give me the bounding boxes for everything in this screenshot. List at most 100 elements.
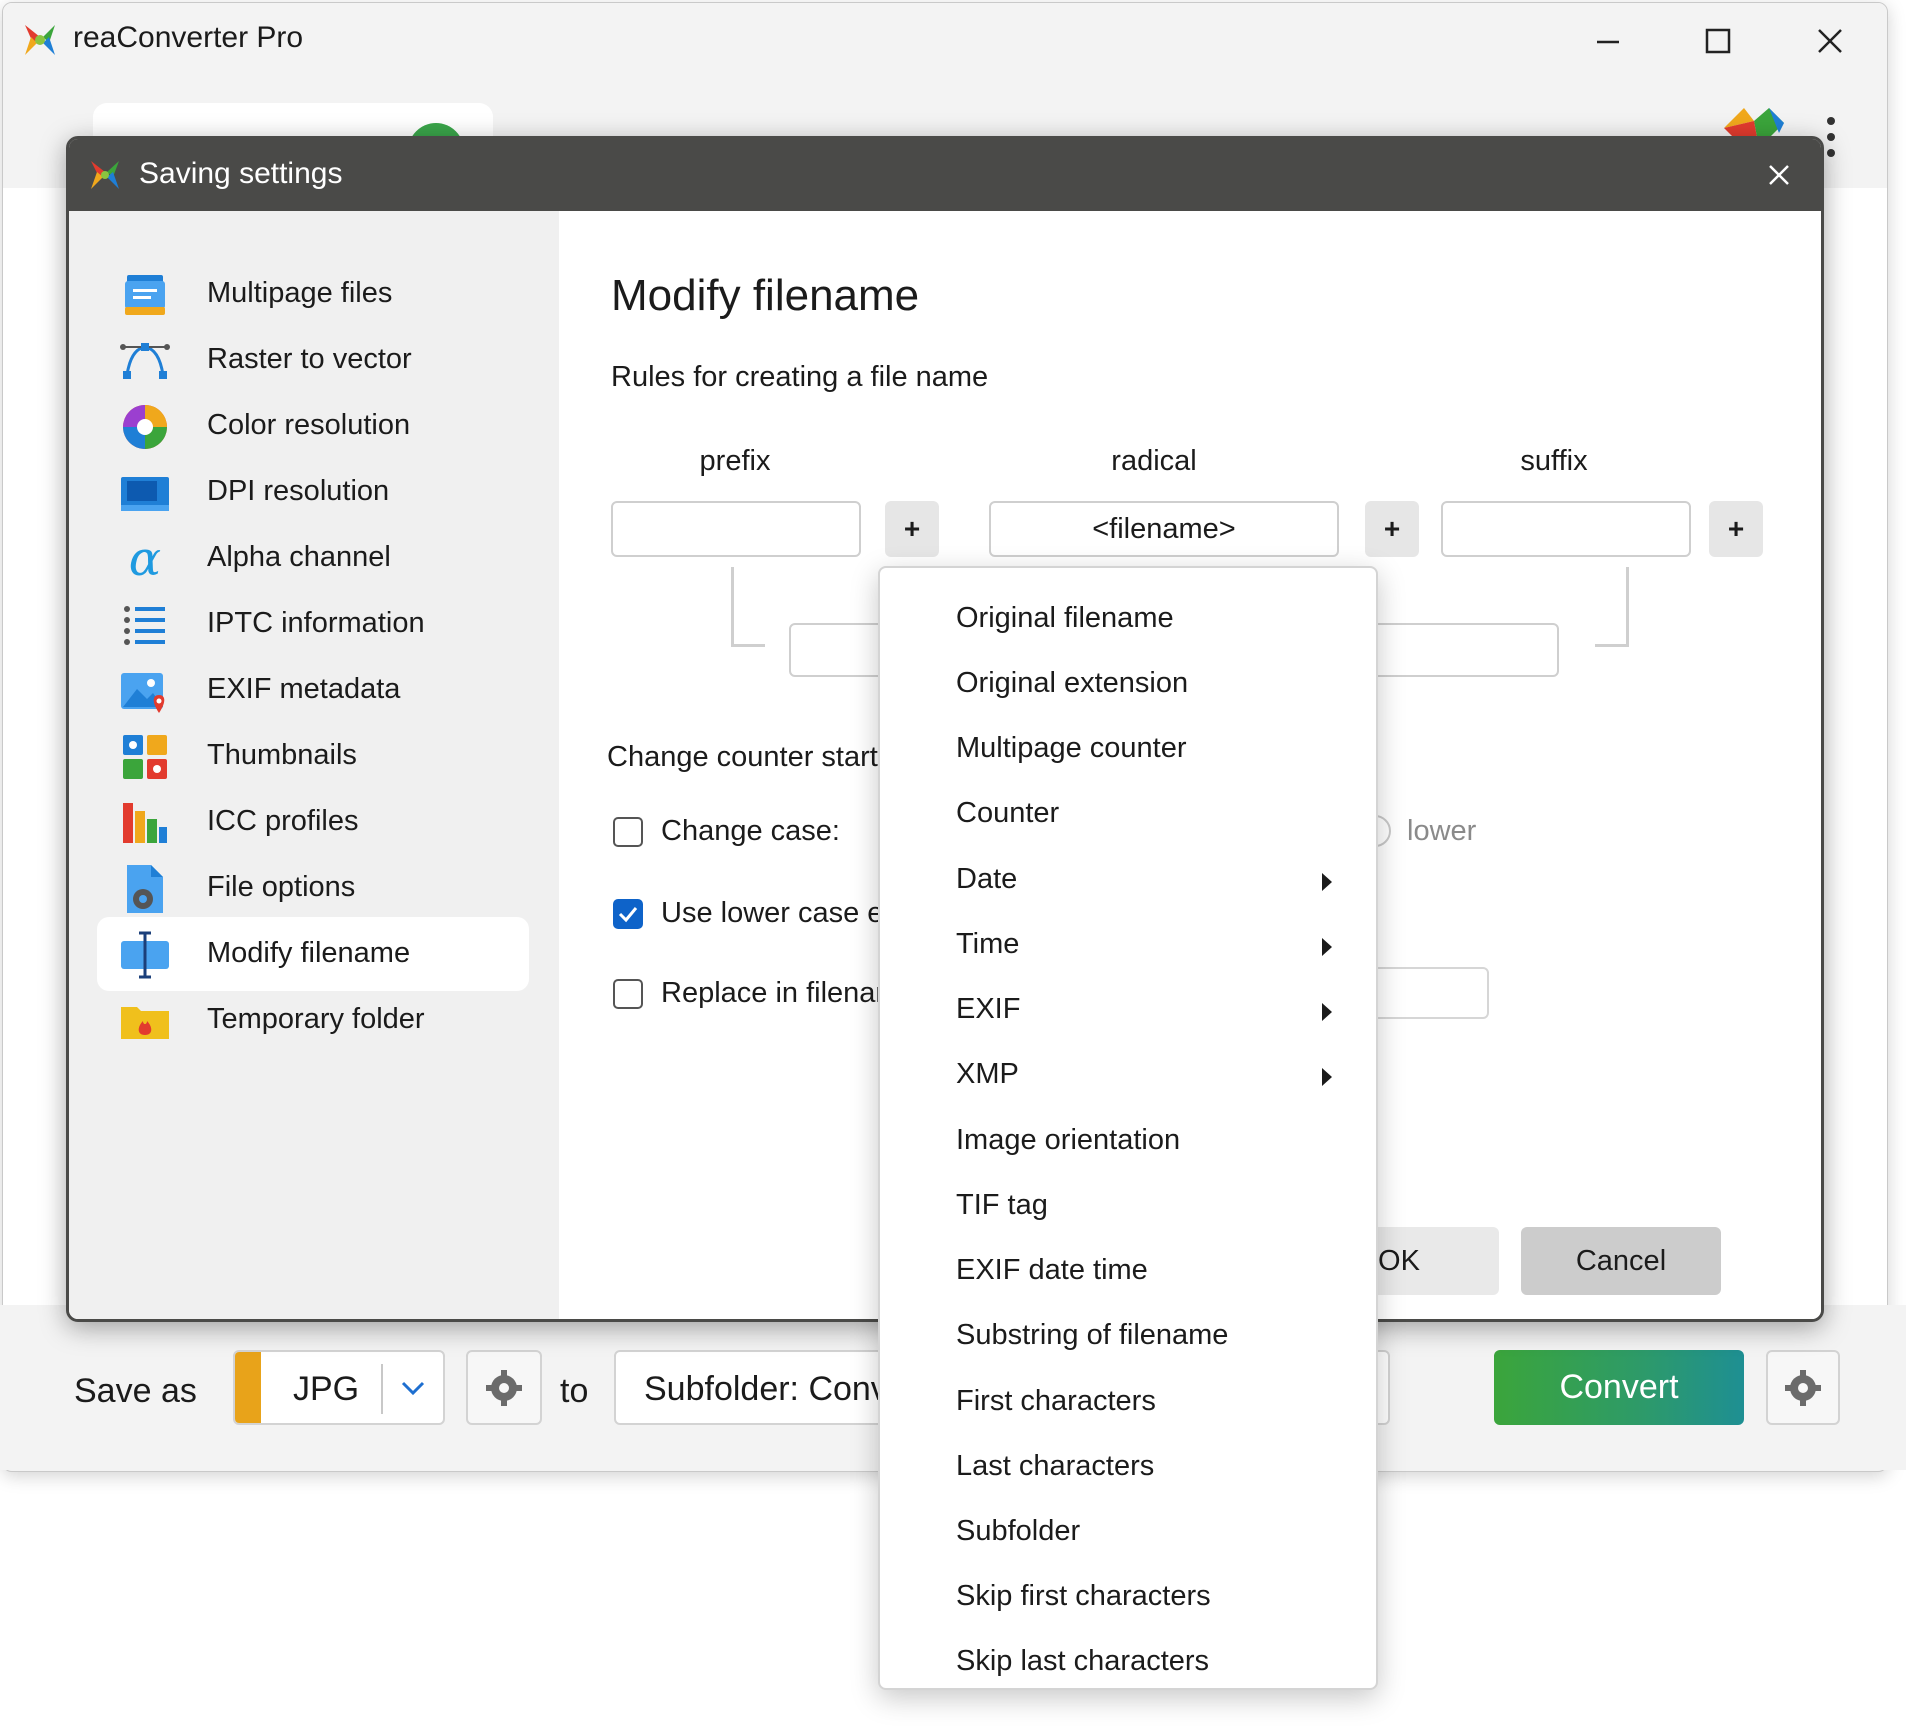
close-icon bbox=[1818, 29, 1842, 53]
icc-icon bbox=[123, 803, 167, 843]
sidebar-item-alpha-channel[interactable]: α Alpha channel bbox=[97, 521, 529, 595]
sidebar-item-label: Alpha channel bbox=[207, 541, 391, 573]
gear-icon bbox=[1785, 1369, 1821, 1406]
sidebar-item-color-resolution[interactable]: Color resolution bbox=[97, 389, 529, 463]
menu-item-subfolder[interactable]: Subfolder bbox=[880, 1501, 1376, 1566]
file-gear-icon bbox=[127, 865, 163, 913]
sidebar-item-exif-metadata[interactable]: EXIF metadata bbox=[97, 653, 529, 727]
checkmark-icon bbox=[618, 907, 638, 923]
color-wheel-icon bbox=[123, 405, 167, 449]
destination-value: Subfolder: Conv bbox=[644, 1370, 888, 1408]
minimize-button[interactable] bbox=[1563, 11, 1653, 71]
dpi-icon bbox=[121, 477, 169, 511]
menu-item-xmp[interactable]: XMP bbox=[880, 1044, 1376, 1109]
sidebar-item-raster-to-vector[interactable]: Raster to vector bbox=[97, 323, 529, 397]
insert-tag-menu: Original filename Original extension Mul… bbox=[878, 566, 1378, 1690]
replace-checkbox[interactable] bbox=[613, 979, 643, 1009]
change-case-checkbox[interactable] bbox=[613, 817, 643, 847]
sidebar-item-label: ICC profiles bbox=[207, 805, 359, 837]
menu-item-last-characters[interactable]: Last characters bbox=[880, 1436, 1376, 1501]
alpha-icon: α bbox=[129, 533, 161, 585]
sidebar-item-label: Raster to vector bbox=[207, 343, 412, 375]
more-options-icon[interactable] bbox=[1821, 113, 1841, 161]
format-dropdown[interactable]: JPG bbox=[233, 1350, 445, 1425]
sidebar-item-dpi-resolution[interactable]: DPI resolution bbox=[97, 455, 529, 529]
cancel-button[interactable]: Cancel bbox=[1521, 1227, 1721, 1295]
suffix-bracket bbox=[1595, 567, 1629, 647]
app-title: reaConverter Pro bbox=[73, 21, 304, 54]
menu-item-tif-tag[interactable]: TIF tag bbox=[880, 1175, 1376, 1240]
multipage-icon bbox=[125, 275, 165, 315]
radical-input[interactable]: <filename> bbox=[989, 501, 1339, 557]
title-bar: reaConverter Pro bbox=[3, 3, 1887, 83]
menu-item-substring-of-filename[interactable]: Substring of filename bbox=[880, 1305, 1376, 1370]
save-as-label: Save as bbox=[74, 1372, 197, 1410]
sidebar-item-file-options[interactable]: File options bbox=[97, 851, 529, 925]
photo-pin-icon bbox=[121, 673, 165, 713]
sidebar-item-iptc-information[interactable]: IPTC information bbox=[97, 587, 529, 661]
menu-item-original-extension[interactable]: Original extension bbox=[880, 653, 1376, 718]
use-lower-case-label: Use lower case e bbox=[661, 897, 884, 929]
menu-item-first-characters[interactable]: First characters bbox=[880, 1371, 1376, 1436]
sidebar-item-label: Modify filename bbox=[207, 937, 411, 969]
format-divider bbox=[381, 1364, 383, 1414]
suffix-input[interactable] bbox=[1441, 501, 1691, 557]
sidebar-item-thumbnails[interactable]: Thumbnails bbox=[97, 719, 529, 793]
maximize-icon bbox=[1705, 28, 1731, 54]
submenu-arrow-icon bbox=[1322, 1003, 1332, 1021]
minimize-icon bbox=[1597, 40, 1619, 44]
gear-icon bbox=[486, 1369, 522, 1406]
prefix-bracket bbox=[731, 567, 765, 647]
radical-add-button[interactable]: + bbox=[1365, 501, 1419, 557]
menu-item-image-orientation[interactable]: Image orientation bbox=[880, 1110, 1376, 1175]
use-lower-case-checkbox[interactable] bbox=[613, 899, 643, 929]
folder-fire-icon bbox=[121, 1007, 169, 1039]
prefix-label: prefix bbox=[699, 445, 771, 477]
to-label: to bbox=[560, 1372, 589, 1410]
submenu-arrow-icon bbox=[1322, 1068, 1332, 1086]
menu-item-skip-first-characters[interactable]: Skip first characters bbox=[880, 1566, 1376, 1631]
sidebar-item-temporary-folder[interactable]: Temporary folder bbox=[97, 983, 529, 1057]
sidebar-item-label: IPTC information bbox=[207, 607, 425, 639]
convert-button[interactable]: Convert bbox=[1494, 1350, 1744, 1425]
sidebar-item-label: Thumbnails bbox=[207, 739, 357, 771]
maximize-button[interactable] bbox=[1673, 11, 1763, 71]
vector-icon bbox=[120, 343, 170, 379]
prefix-add-button[interactable]: + bbox=[885, 501, 939, 557]
format-value: JPG bbox=[293, 1370, 360, 1408]
sidebar-item-multipage-files[interactable]: Multipage files bbox=[97, 257, 529, 331]
dialog-title: Saving settings bbox=[139, 157, 343, 190]
submenu-arrow-icon bbox=[1322, 873, 1332, 891]
menu-item-time[interactable]: Time bbox=[880, 914, 1376, 979]
dialog-title-bar: Saving settings bbox=[69, 139, 1821, 211]
close-window-button[interactable] bbox=[1785, 11, 1875, 71]
prefix-input[interactable] bbox=[611, 501, 861, 557]
menu-item-original-filename[interactable]: Original filename bbox=[880, 588, 1376, 653]
suffix-label: suffix bbox=[1520, 445, 1588, 477]
menu-item-exif-date-time[interactable]: EXIF date time bbox=[880, 1240, 1376, 1305]
convert-settings-button[interactable] bbox=[1766, 1350, 1840, 1425]
menu-item-exif[interactable]: EXIF bbox=[880, 979, 1376, 1044]
close-icon[interactable] bbox=[1759, 155, 1799, 195]
sidebar-item-label: DPI resolution bbox=[207, 475, 390, 507]
text-cursor-icon bbox=[121, 931, 169, 979]
menu-item-counter[interactable]: Counter bbox=[880, 783, 1376, 848]
format-color-stripe bbox=[235, 1352, 261, 1423]
sidebar-item-label: Temporary folder bbox=[207, 1003, 425, 1035]
menu-item-skip-last-characters[interactable]: Skip last characters bbox=[880, 1631, 1376, 1696]
sidebar-item-label: Color resolution bbox=[207, 409, 411, 441]
suffix-add-button[interactable]: + bbox=[1709, 501, 1763, 557]
svg-text:α: α bbox=[129, 533, 161, 585]
format-settings-button[interactable] bbox=[466, 1350, 542, 1425]
chevron-down-icon[interactable] bbox=[393, 1368, 433, 1408]
sidebar-item-modify-filename[interactable]: Modify filename bbox=[97, 917, 529, 991]
thumbnails-icon bbox=[123, 735, 167, 779]
menu-item-multipage-counter[interactable]: Multipage counter bbox=[880, 718, 1376, 783]
list-icon bbox=[124, 606, 165, 645]
rules-label: Rules for creating a file name bbox=[611, 361, 989, 393]
menu-item-date[interactable]: Date bbox=[880, 849, 1376, 914]
reaconverter-logo-icon bbox=[91, 161, 119, 189]
replace-label: Replace in filenam bbox=[661, 977, 900, 1009]
page-title: Modify filename bbox=[611, 271, 920, 320]
sidebar-item-icc-profiles[interactable]: ICC profiles bbox=[97, 785, 529, 859]
